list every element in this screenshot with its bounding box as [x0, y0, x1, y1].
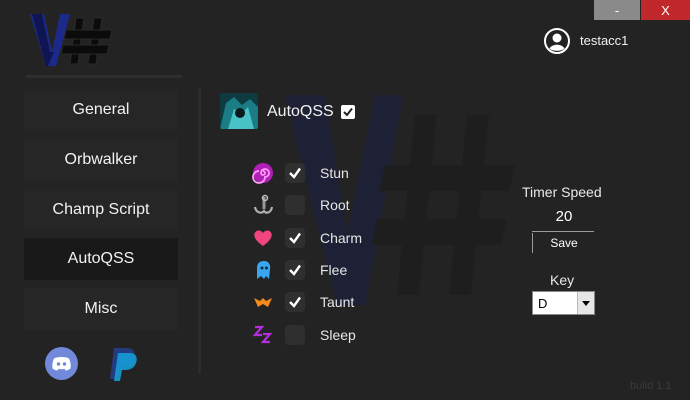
close-button[interactable]: X — [641, 0, 690, 20]
stun-checkbox[interactable] — [285, 163, 305, 183]
check-icon — [289, 232, 301, 244]
build-version: build 1.1 — [630, 380, 672, 392]
autoqss-enable-checkbox[interactable] — [341, 105, 355, 119]
sleep-label: Sleep — [320, 327, 356, 343]
sleep-checkbox[interactable] — [285, 325, 305, 345]
sidebar-item-champ-script[interactable]: Champ Script — [24, 189, 178, 231]
timer-speed-label: Timer Speed — [522, 184, 602, 200]
sleep-zzz-icon — [252, 325, 273, 344]
cc-row-taunt: Taunt — [252, 290, 452, 314]
stun-spiral-icon — [252, 163, 273, 184]
stun-label: Stun — [320, 165, 349, 181]
key-select[interactable]: D — [532, 291, 595, 315]
root-anchor-icon — [253, 194, 274, 214]
save-button[interactable]: Save — [532, 233, 595, 253]
charm-label: Charm — [320, 230, 363, 246]
check-icon — [289, 296, 301, 308]
taunt-checkbox[interactable] — [285, 292, 305, 312]
flee-label: Flee — [320, 262, 348, 278]
logo-divider — [26, 75, 182, 78]
app-logo — [30, 14, 113, 66]
root-checkbox[interactable] — [285, 195, 305, 215]
flee-ghost-icon — [257, 261, 271, 279]
sidebar-item-autoqss[interactable]: AutoQSS — [24, 238, 178, 280]
paypal-icon[interactable] — [105, 346, 139, 382]
key-select-value: D — [538, 296, 548, 311]
root-label: Root — [320, 197, 350, 213]
cc-row-charm: Charm — [252, 226, 452, 250]
check-icon — [343, 107, 353, 117]
username: testacc1 — [580, 33, 629, 48]
dropdown-arrow-icon[interactable] — [577, 292, 594, 314]
user-circle-icon — [544, 28, 570, 54]
taunt-icon — [254, 298, 272, 307]
cc-row-root: Root — [252, 193, 452, 217]
timer-speed-input[interactable]: 20 — [548, 208, 580, 225]
discord-icon[interactable] — [45, 347, 78, 380]
sidebar-divider — [198, 88, 201, 374]
check-icon — [289, 167, 301, 179]
cc-row-flee: Flee — [252, 258, 452, 282]
taunt-label: Taunt — [320, 294, 355, 310]
charm-heart-icon — [254, 230, 272, 246]
charm-checkbox[interactable] — [285, 228, 305, 248]
timer-speed-underline — [532, 231, 594, 232]
champion-portrait — [220, 93, 258, 129]
autoqss-title: AutoQSS — [267, 103, 334, 120]
cc-row-sleep: Sleep — [252, 323, 452, 347]
flee-checkbox[interactable] — [285, 260, 305, 280]
cc-row-stun: Stun — [252, 161, 452, 185]
sidebar-item-general[interactable]: General — [24, 89, 178, 131]
key-label: Key — [550, 272, 575, 288]
minimize-button[interactable]: - — [594, 0, 640, 20]
check-icon — [289, 264, 301, 276]
sidebar-item-misc[interactable]: Misc — [24, 288, 178, 330]
sidebar-item-orbwalker[interactable]: Orbwalker — [24, 139, 178, 181]
